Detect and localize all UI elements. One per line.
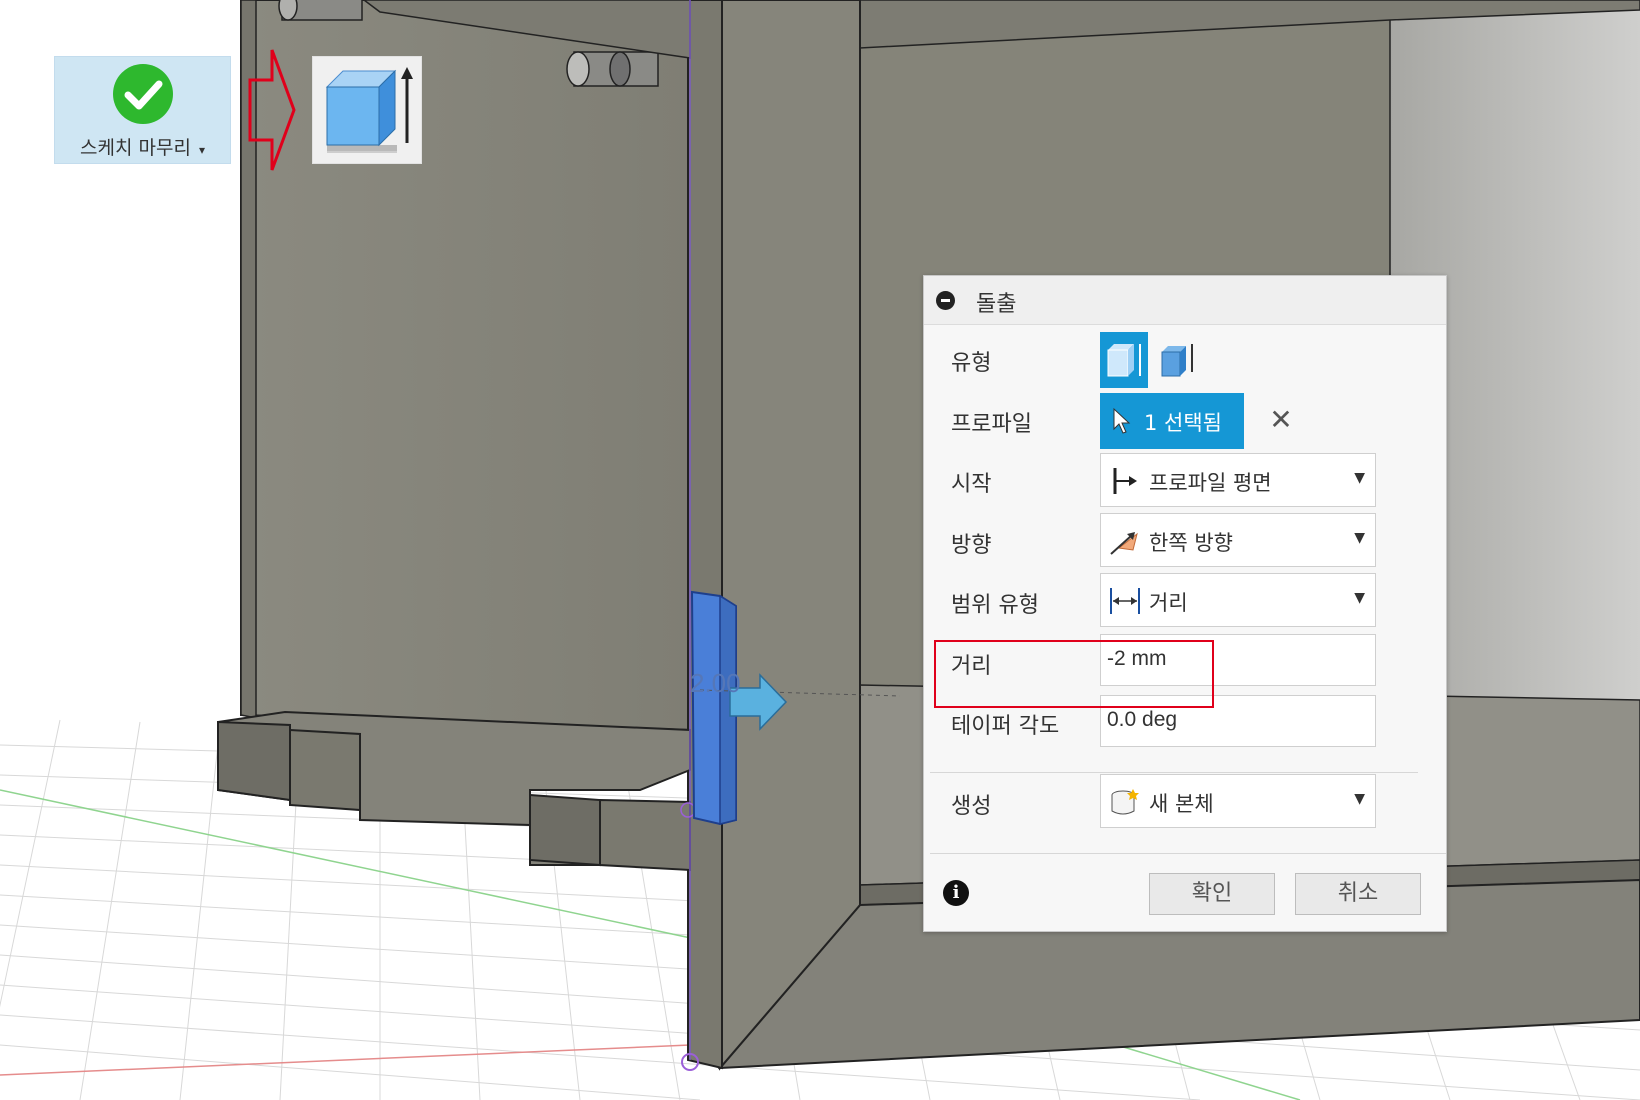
extent-type-select[interactable]: 거리 ▼ [1100, 573, 1376, 627]
one-side-direction-icon [1110, 532, 1138, 555]
direction-select[interactable]: 한쪽 방향 ▼ [1100, 513, 1376, 567]
profile-selected-text: 1 선택됨 [1144, 411, 1222, 435]
divider [930, 853, 1446, 854]
ok-button[interactable]: 확인 [1149, 873, 1275, 915]
cursor-icon [1113, 407, 1131, 434]
finish-sketch-button[interactable]: 스케치 마무리 ▾ [54, 56, 231, 164]
dialog-title: 돌출 [976, 292, 1017, 317]
operation-select[interactable]: 새 본체 ▼ [1100, 774, 1376, 828]
close-icon[interactable]: ✕ [1264, 401, 1298, 439]
new-body-icon [1111, 789, 1139, 815]
start-select[interactable]: 프로파일 평면 ▼ [1100, 453, 1376, 507]
info-icon[interactable]: i [943, 880, 969, 906]
checkmark-icon [113, 64, 173, 124]
distance-icon [1110, 588, 1140, 614]
taper-angle-label: 테이퍼 각도 [951, 714, 1060, 739]
axis-green-right [1099, 1039, 1301, 1100]
dialog-header[interactable]: 돌출 [924, 276, 1446, 325]
chevron-down-icon: ▼ [1354, 470, 1365, 486]
type-thin-button[interactable] [1152, 332, 1200, 388]
dimension-label: 2.00 [690, 668, 741, 698]
taper-angle-input[interactable] [1107, 708, 1367, 732]
type-solid-button[interactable] [1100, 332, 1148, 388]
annotation-arrow-icon [248, 49, 296, 171]
chevron-down-icon: ▼ [1354, 530, 1365, 546]
extrude-icon [325, 67, 413, 153]
start-value: 프로파일 평면 [1149, 471, 1272, 495]
side-panel [687, 0, 723, 1070]
finish-sketch-label: 스케치 마무리 ▾ [80, 137, 205, 159]
profile-label: 프로파일 [951, 412, 1032, 437]
direction-label: 방향 [951, 533, 992, 558]
extrude-tool-button[interactable] [312, 56, 422, 164]
thin-extrude-icon [1161, 344, 1193, 377]
chevron-down-icon: ▾ [198, 143, 205, 157]
direction-value: 한쪽 방향 [1149, 531, 1233, 555]
solid-extrude-icon [1107, 344, 1141, 377]
highlight-box [934, 640, 1214, 708]
profile-plane-icon [1113, 468, 1137, 494]
divider [930, 772, 1418, 773]
chevron-down-icon: ▼ [1354, 791, 1365, 807]
start-label: 시작 [951, 472, 992, 497]
operation-label: 생성 [951, 794, 992, 819]
collapse-icon[interactable] [936, 291, 955, 310]
operation-value: 새 본체 [1149, 792, 1214, 816]
axis-red [0, 1044, 691, 1076]
type-label: 유형 [951, 351, 992, 376]
back-panel [240, 0, 691, 732]
profile-selection-button[interactable]: 1 선택됨 [1100, 393, 1244, 449]
extent-type-label: 범위 유형 [951, 593, 1039, 618]
chevron-down-icon: ▼ [1354, 590, 1365, 606]
extrude-dialog: 돌출 유형 프로파일 1 선택됨 ✕ 시작 프로파일 평면 ▼ 방향 한쪽 방향… [923, 275, 1447, 932]
cancel-button[interactable]: 취소 [1295, 873, 1421, 915]
front-frame [719, 0, 861, 1071]
extent-type-value: 거리 [1149, 591, 1188, 615]
